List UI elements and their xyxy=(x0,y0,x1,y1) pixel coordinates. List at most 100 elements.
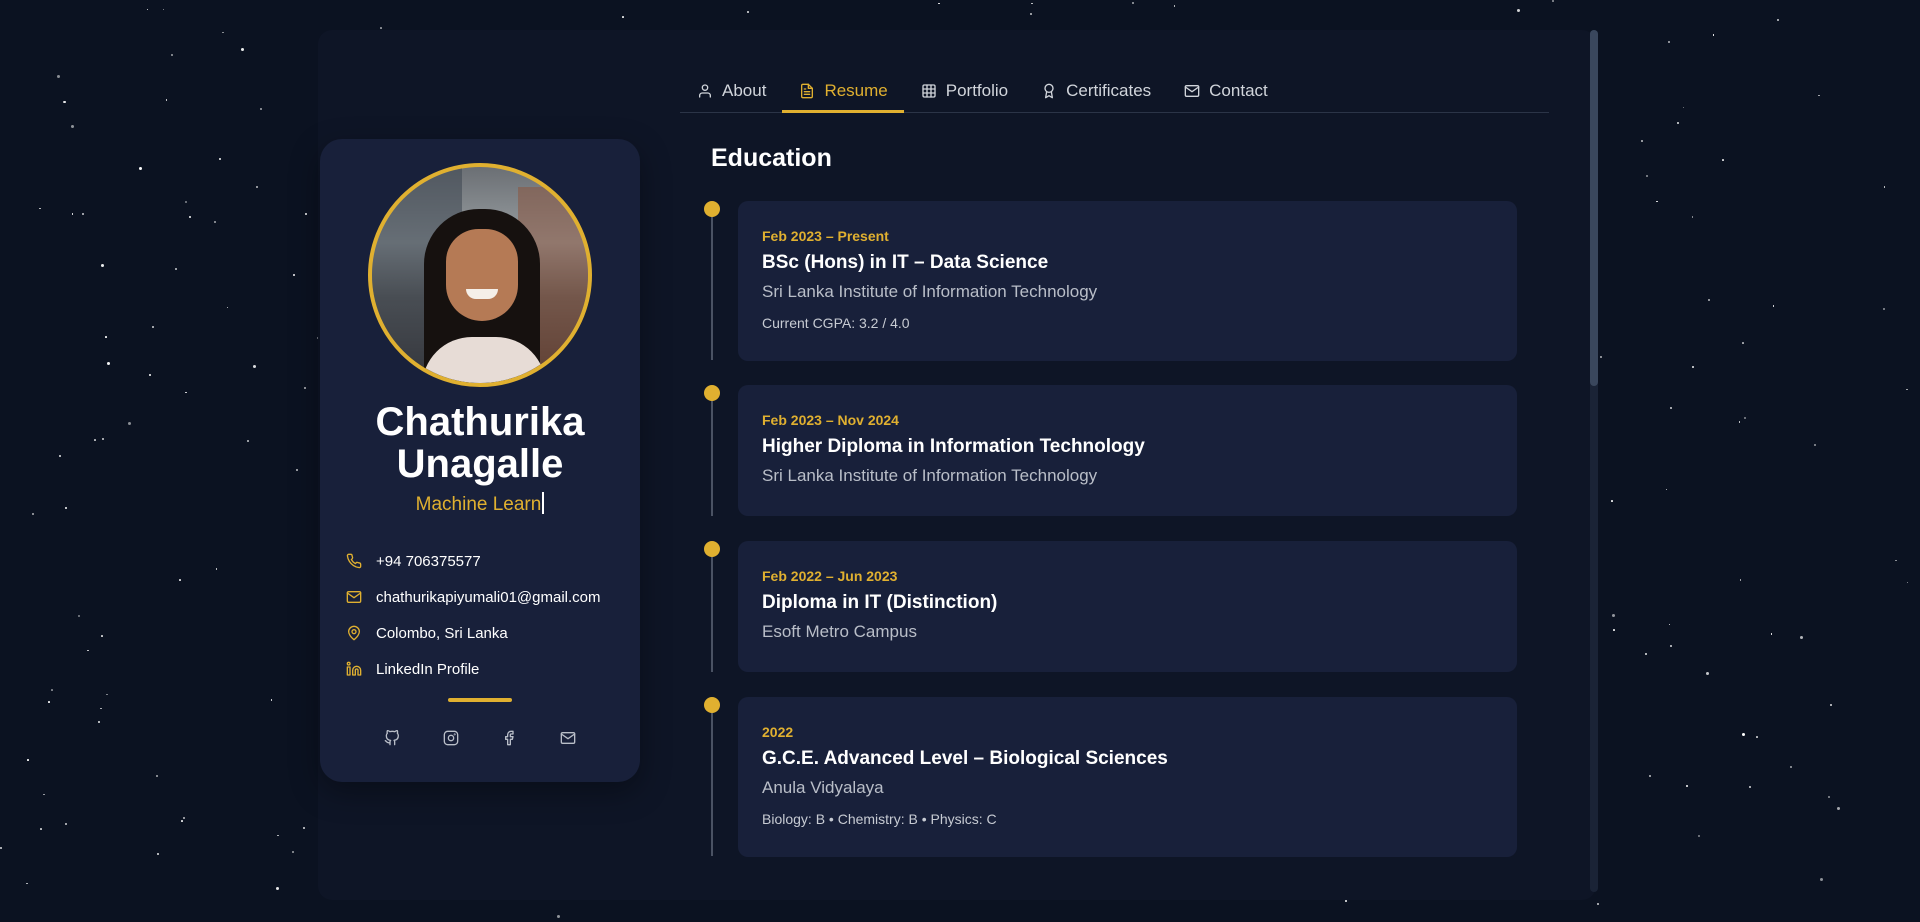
timeline-dot xyxy=(704,201,720,217)
contact-email[interactable]: chathurikapiyumali01@gmail.com xyxy=(344,579,634,615)
star xyxy=(1029,13,1032,16)
star xyxy=(128,421,132,425)
social-links xyxy=(382,728,578,748)
facebook-icon[interactable] xyxy=(499,728,519,748)
star xyxy=(1742,342,1744,344)
star xyxy=(57,75,61,79)
star xyxy=(139,166,143,170)
mail-icon xyxy=(1183,82,1201,100)
star xyxy=(1722,159,1724,161)
star xyxy=(1738,421,1741,423)
star xyxy=(40,828,42,830)
scrollbar[interactable] xyxy=(1590,30,1598,892)
star xyxy=(1665,488,1667,491)
mail-icon xyxy=(344,587,364,607)
star xyxy=(1819,878,1823,882)
star xyxy=(156,774,159,777)
star xyxy=(1895,559,1897,562)
star xyxy=(1670,645,1673,648)
star xyxy=(1670,406,1673,409)
section-title: Education xyxy=(711,144,832,172)
contact-email-text[interactable]: chathurikapiyumali01@gmail.com xyxy=(376,589,601,606)
education-date: Feb 2023 – Nov 2024 xyxy=(762,412,899,428)
star xyxy=(171,53,174,56)
star xyxy=(31,512,34,515)
star xyxy=(64,100,67,103)
star xyxy=(938,2,940,5)
timeline-dot xyxy=(704,697,720,713)
tab-contact[interactable]: Contact xyxy=(1167,70,1284,112)
star xyxy=(78,614,81,617)
star xyxy=(1883,308,1886,311)
star xyxy=(48,701,50,703)
mail-icon[interactable] xyxy=(558,728,578,748)
star xyxy=(256,186,259,189)
profile-role-text: Machine Learn xyxy=(415,494,542,515)
star xyxy=(1818,94,1820,97)
tab-resume[interactable]: Resume xyxy=(782,70,905,113)
scrollbar-thumb[interactable] xyxy=(1590,30,1598,386)
contact-location-text: Colombo, Sri Lanka xyxy=(376,624,508,642)
star xyxy=(185,201,188,204)
star xyxy=(1712,34,1715,36)
star xyxy=(1640,140,1643,143)
star xyxy=(270,699,273,701)
education-date: Feb 2022 – Jun 2023 xyxy=(762,568,898,584)
star xyxy=(277,834,279,837)
education-degree: Higher Diploma in Information Technology xyxy=(762,436,1145,457)
education-note: Biology: B • Chemistry: B • Physics: C xyxy=(762,811,997,827)
star xyxy=(240,48,244,51)
star xyxy=(26,882,28,885)
star xyxy=(1685,784,1688,787)
star xyxy=(252,365,256,369)
github-icon[interactable] xyxy=(382,728,402,748)
star xyxy=(218,157,221,160)
star xyxy=(1612,614,1616,618)
star xyxy=(65,822,68,825)
star xyxy=(226,306,229,309)
star xyxy=(1656,200,1658,203)
timeline-line xyxy=(711,208,713,360)
timeline-dot xyxy=(704,385,720,401)
tab-about[interactable]: About xyxy=(680,70,782,112)
star xyxy=(746,11,749,14)
tab-portfolio[interactable]: Portfolio xyxy=(904,70,1024,112)
star xyxy=(214,220,217,223)
contact-linkedin-link[interactable]: LinkedIn Profile xyxy=(376,661,479,678)
education-degree: Diploma in IT (Distinction) xyxy=(762,592,998,613)
star xyxy=(1772,305,1775,307)
timeline-line xyxy=(711,704,713,856)
star xyxy=(275,886,279,890)
star xyxy=(181,820,183,822)
typing-caret xyxy=(542,492,545,514)
education-institution: Anula Vidyalaya xyxy=(762,778,884,797)
tab-label: Resume xyxy=(824,81,888,100)
star xyxy=(1756,736,1758,738)
star xyxy=(380,27,382,29)
contact-linkedin[interactable]: LinkedIn Profile xyxy=(344,651,634,687)
star xyxy=(557,915,561,919)
star xyxy=(622,16,624,18)
star xyxy=(101,263,105,267)
star xyxy=(162,8,165,11)
education-note: Current CGPA: 3.2 / 4.0 xyxy=(762,315,910,331)
star xyxy=(1744,416,1747,419)
tab-label: About xyxy=(722,81,767,100)
award-icon xyxy=(1040,82,1058,100)
star xyxy=(292,851,295,854)
star xyxy=(106,361,110,365)
star xyxy=(1668,623,1671,626)
document-icon xyxy=(798,82,816,100)
star xyxy=(302,826,305,829)
star xyxy=(179,579,181,581)
star xyxy=(1828,795,1831,798)
star xyxy=(106,693,108,696)
instagram-icon[interactable] xyxy=(441,728,461,748)
star xyxy=(1741,733,1745,736)
star xyxy=(222,31,224,34)
star xyxy=(1837,806,1841,810)
star xyxy=(100,707,102,710)
tab-certificates[interactable]: Certificates xyxy=(1024,70,1167,112)
star xyxy=(1173,5,1176,7)
tab-label: Contact xyxy=(1209,81,1268,100)
